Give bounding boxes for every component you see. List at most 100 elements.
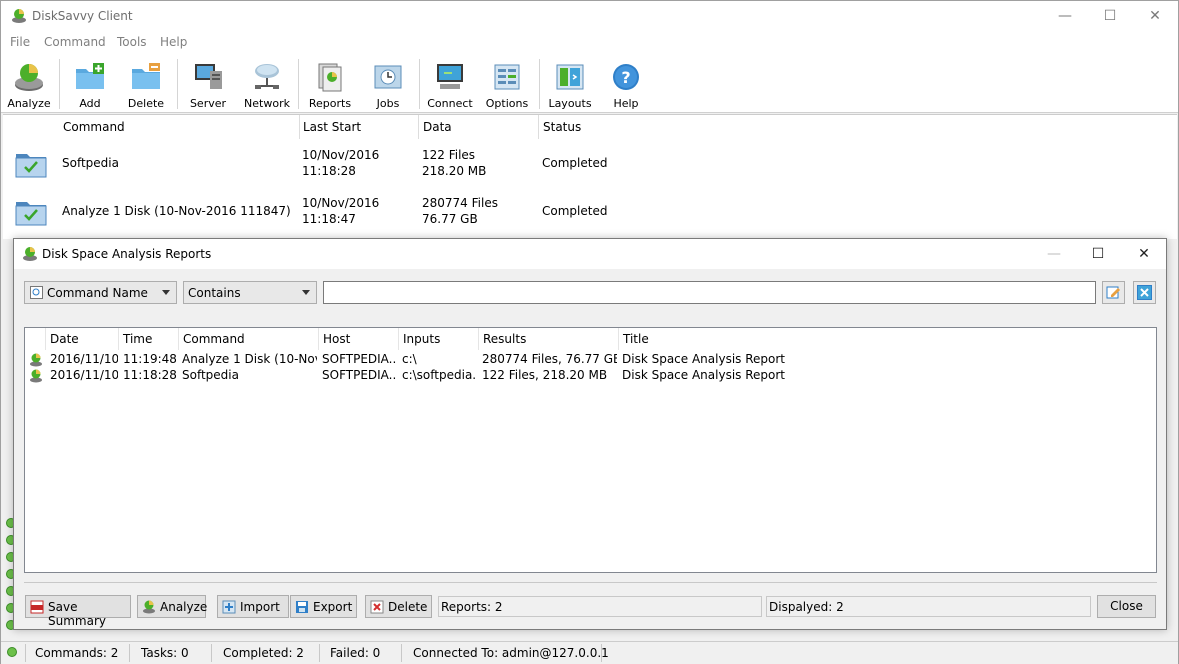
analyze-button[interactable]: Analyze (4, 57, 54, 111)
delete-button[interactable]: Delete (121, 57, 171, 111)
delete-icon (370, 600, 384, 614)
jobs-icon (374, 65, 402, 89)
connection-status-icon (7, 647, 17, 657)
jobs-button[interactable]: Jobs (363, 57, 413, 111)
column-separator (398, 328, 399, 350)
filter-operator-select[interactable]: Contains (183, 281, 317, 304)
window-title: DiskSavvy Client (32, 9, 133, 23)
command-row[interactable]: Analyze 1 Disk (10-Nov-2016 111847) 10/N… (3, 189, 1177, 235)
status-separator (319, 644, 320, 662)
close-button[interactable]: Close (1097, 595, 1156, 618)
dialog-title-bar: Disk Space Analysis Reports — ☐ ✕ (14, 239, 1166, 269)
col-date[interactable]: Date (50, 332, 79, 346)
menu-bar: File Command Tools Help (1, 31, 1178, 53)
save-disk-icon (296, 601, 308, 613)
edit-filter-button[interactable] (1102, 281, 1125, 304)
toolbar-separator (298, 59, 299, 109)
toolbar-separator (177, 59, 178, 109)
help-icon: ? (613, 64, 639, 90)
network-button[interactable]: Network (241, 57, 293, 111)
report-icon (30, 369, 42, 383)
col-status[interactable]: Status (543, 120, 581, 134)
column-separator (118, 328, 119, 350)
completed-folder-icon (15, 154, 47, 178)
close-dialog-icon[interactable]: ✕ (1121, 239, 1167, 269)
maximize-icon[interactable]: ☐ (1075, 239, 1121, 269)
status-commands: Commands: 2 (35, 646, 119, 660)
toolbar-separator (539, 59, 540, 109)
analyze-disk-icon (15, 64, 43, 91)
chevron-down-icon (302, 290, 310, 295)
menu-file[interactable]: File (10, 35, 30, 49)
delete-report-button[interactable]: Delete (365, 595, 432, 618)
status-separator (401, 644, 402, 662)
status-separator (211, 644, 212, 662)
reports-table: Date Time Command Host Inputs Results Ti… (24, 327, 1157, 573)
command-row[interactable]: Softpedia 10/Nov/2016 11:18:28 122 Files… (3, 141, 1177, 187)
command-list: Command Last Start Data Status Softpedia… (3, 114, 1177, 239)
app-icon (12, 9, 26, 23)
reports-count: Reports: 2 (438, 596, 762, 617)
col-host[interactable]: Host (323, 332, 350, 346)
menu-command[interactable]: Command (44, 35, 106, 49)
col-title[interactable]: Title (623, 332, 649, 346)
col-time[interactable]: Time (123, 332, 152, 346)
report-icon (30, 353, 42, 367)
pdf-icon (30, 600, 44, 614)
chevron-down-icon (162, 290, 170, 295)
reports-button[interactable]: Reports (305, 57, 355, 111)
filter-icon (30, 286, 43, 299)
col-command[interactable]: Command (183, 332, 245, 346)
col-last-start[interactable]: Last Start (303, 120, 361, 134)
column-separator (318, 328, 319, 350)
table-row[interactable]: 2016/11/10 11:18:28 Softpedia SOFTPEDIA.… (25, 368, 1156, 384)
col-data[interactable]: Data (423, 120, 452, 134)
toolbar: Analyze Add Delete Server Network Report… (1, 53, 1178, 113)
menu-tools[interactable]: Tools (117, 35, 147, 49)
status-separator (601, 644, 602, 662)
clear-filter-button[interactable] (1133, 281, 1156, 304)
close-window-icon[interactable]: ✕ (1132, 1, 1178, 31)
minimize-icon[interactable]: — (1042, 1, 1088, 31)
save-summary-button[interactable]: Save Summary (25, 595, 131, 628)
column-separator (299, 115, 300, 139)
filter-field-select[interactable]: Command Name (24, 281, 177, 304)
status-separator (25, 644, 26, 662)
layouts-button[interactable]: Layouts (544, 57, 596, 111)
server-button[interactable]: Server (183, 57, 233, 111)
options-button[interactable]: Options (482, 57, 532, 111)
analyze-report-button[interactable]: Analyze (137, 595, 207, 618)
reports-dialog: Disk Space Analysis Reports — ☐ ✕ Comman… (13, 238, 1167, 630)
dialog-title: Disk Space Analysis Reports (42, 247, 212, 261)
column-separator (478, 328, 479, 350)
col-command[interactable]: Command (63, 120, 125, 134)
import-icon (222, 600, 236, 614)
table-row[interactable]: 2016/11/10 11:19:48 Analyze 1 Disk (10-N… (25, 352, 1156, 368)
app-icon (23, 247, 37, 261)
maximize-icon[interactable]: ☐ (1087, 1, 1133, 31)
col-results[interactable]: Results (483, 332, 526, 346)
column-separator (418, 115, 419, 139)
options-icon (494, 64, 520, 90)
displayed-count: Dispalyed: 2 (766, 596, 1091, 617)
status-tasks: Tasks: 0 (141, 646, 189, 660)
title-bar: DiskSavvy Client — ☐ ✕ (1, 1, 1178, 31)
add-button[interactable]: Add (65, 57, 115, 111)
clear-icon (1137, 285, 1152, 300)
minimize-icon[interactable]: — (1031, 239, 1077, 269)
status-connected: Connected To: admin@127.0.0.1 (413, 646, 609, 660)
connect-icon (437, 64, 463, 89)
connect-button[interactable]: Connect (424, 57, 476, 111)
status-bar: Commands: 2 Tasks: 0 Completed: 2 Failed… (1, 641, 1178, 664)
menu-help[interactable]: Help (160, 35, 187, 49)
import-button[interactable]: Import (217, 595, 289, 618)
filter-text-input[interactable] (323, 281, 1096, 304)
analyze-icon (143, 600, 155, 614)
completed-folder-icon (15, 202, 47, 226)
status-completed: Completed: 2 (223, 646, 304, 660)
col-inputs[interactable]: Inputs (403, 332, 440, 346)
svg-text:?: ? (621, 68, 630, 87)
export-button[interactable]: Export (290, 595, 357, 618)
reports-icon (318, 63, 342, 92)
help-button[interactable]: ? Help (601, 57, 651, 111)
